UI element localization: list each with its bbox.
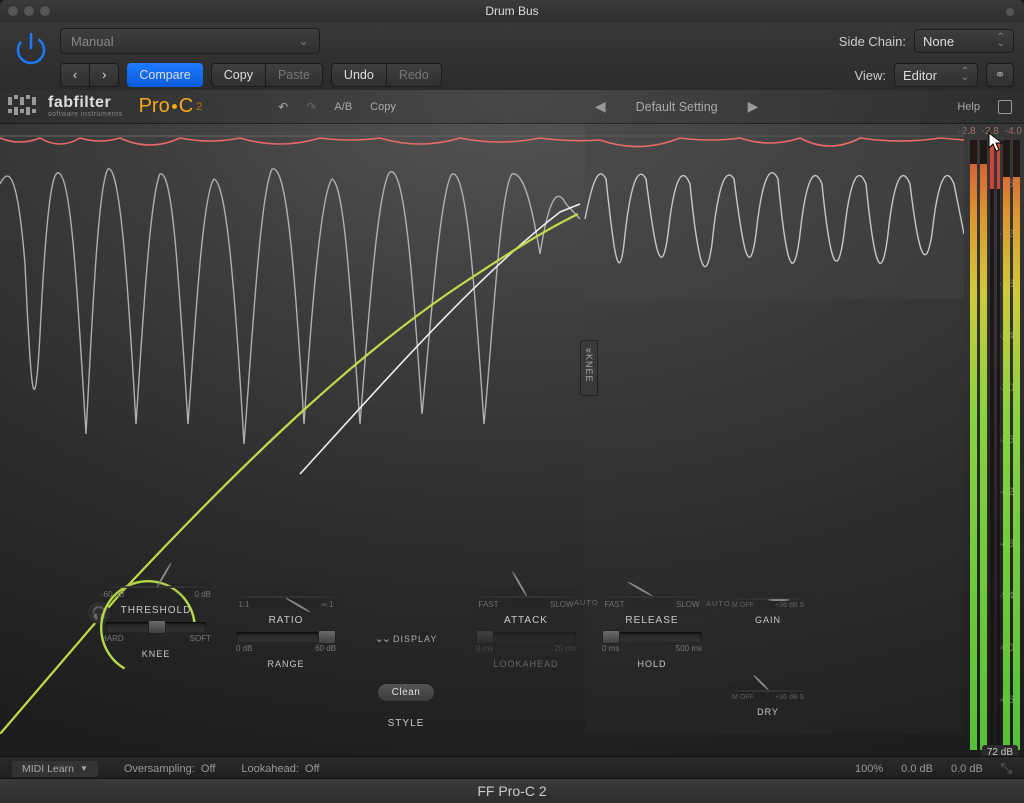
host-footer: FF Pro-C 2	[0, 778, 1024, 803]
plugin-header: fabfilter software instruments ProC2 ↶ ↷…	[0, 90, 1024, 124]
meter-gr-L	[990, 140, 994, 750]
plugin-redo-button[interactable]: ↷	[306, 100, 316, 114]
undo-button[interactable]: Undo	[332, 64, 386, 86]
resize-handle-icon[interactable]: ⤡	[1001, 760, 1012, 777]
release-knob[interactable]: FASTSLOW AUTORELEASE 0 ms500 ms HOLD	[602, 596, 702, 669]
output-meters[interactable]	[970, 140, 1020, 750]
host-toolbar: Manual ⌄ Side Chain: None ⌃⌄ ‹ › Compare…	[0, 22, 1024, 90]
window-collapse-icon[interactable]	[1006, 8, 1014, 16]
prev-button[interactable]: ‹	[61, 64, 89, 86]
copy-button[interactable]: Copy	[212, 64, 265, 86]
brand-glyph-icon	[8, 95, 38, 119]
copy-paste-seg: Copy Paste	[211, 63, 323, 87]
next-button[interactable]: ›	[89, 64, 118, 86]
attack-knob[interactable]: FASTSLOW ATTACK 0 ms20 ms LOOKAHEAD	[476, 596, 576, 669]
lookahead-value[interactable]: Off	[305, 763, 319, 775]
compare-button[interactable]: Compare	[127, 63, 202, 87]
preset-next-button[interactable]: ▶	[748, 98, 759, 115]
hold-slider[interactable]	[602, 632, 702, 642]
display-toggle-button[interactable]: DISPLAY	[375, 632, 438, 645]
plugin-copy-button[interactable]: Copy	[370, 101, 396, 113]
in-gain-value[interactable]: 0.0 dB	[901, 763, 933, 775]
paste-button[interactable]: Paste	[265, 64, 322, 86]
ab-button[interactable]: A/B	[334, 101, 352, 113]
bypass-power-button[interactable]	[6, 28, 56, 84]
traffic-lights[interactable]	[8, 6, 18, 16]
host-titlebar: Drum Bus	[0, 0, 1024, 22]
meter-in-L	[970, 140, 977, 750]
release-label: AUTORELEASE	[625, 615, 678, 626]
sidechain-select[interactable]: None ⌃⌄	[914, 29, 1014, 53]
out-gain-value[interactable]: 0.0 dB	[951, 763, 983, 775]
sidechain-label: Side Chain:	[839, 34, 906, 49]
range-slider[interactable]	[236, 632, 336, 642]
window-title: Drum Bus	[485, 4, 538, 18]
preset-name-button[interactable]: Default Setting	[636, 100, 718, 114]
plugin-surface: fabfilter software instruments ProC2 ↶ ↷…	[0, 90, 1024, 780]
brand-name: fabfilter	[48, 95, 123, 111]
meter-gr-R	[997, 140, 1001, 750]
view-value: Editor	[903, 68, 937, 83]
plugin-statusbar: MIDI Learn▼ Oversampling: Off Lookahead:…	[0, 756, 1024, 780]
threshold-knob[interactable]: -60 dB0 dB THRESHOLD HARDSOFT KNEE	[106, 586, 206, 659]
prev-next-seg: ‹ ›	[60, 63, 119, 87]
brand-block: fabfilter software instruments ProC2	[0, 95, 202, 119]
oversampling-value[interactable]: Off	[201, 763, 215, 775]
meter-out-L	[1003, 140, 1010, 750]
meter-in-R	[980, 140, 987, 750]
chevron-down-icon: ⌄	[298, 33, 309, 49]
preset-nav: ◀ Default Setting ▶	[414, 98, 940, 115]
lookahead-slider[interactable]	[476, 632, 576, 642]
view-label: View:	[854, 68, 886, 83]
redo-button[interactable]: Redo	[386, 64, 441, 86]
oversampling-label: Oversampling: Off	[124, 763, 216, 775]
view-select[interactable]: Editor ⌃⌄	[894, 63, 978, 87]
preset-select[interactable]: Manual ⌄	[60, 28, 320, 54]
knee-slider[interactable]	[106, 622, 206, 632]
updown-icon: ⌃⌄	[961, 69, 969, 81]
waveform-left	[0, 169, 580, 444]
knee-panel-toggle[interactable]: KNEE	[580, 340, 598, 396]
product-name: ProC2	[139, 95, 203, 118]
fullscreen-icon[interactable]	[998, 100, 1012, 114]
help-button[interactable]: Help	[957, 101, 980, 113]
footer-title: FF Pro-C 2	[477, 783, 546, 799]
preset-prev-button[interactable]: ◀	[595, 98, 606, 115]
preset-mode-label: Manual	[71, 34, 114, 49]
midi-learn-button[interactable]: MIDI Learn▼	[12, 761, 98, 777]
lookahead-label: Lookahead: Off	[241, 763, 319, 775]
style-select[interactable]: Clean	[377, 683, 436, 702]
undo-redo-seg: Undo Redo	[331, 63, 442, 87]
controls-panel: 🎧 -60 dB0 dB THRESHOLD HARDSOFT KNEE 1:1…	[86, 540, 866, 760]
sidechain-value: None	[923, 34, 954, 49]
meter-out-R	[1013, 140, 1020, 750]
brand-sub: software instruments	[48, 111, 123, 118]
plugin-undo-button[interactable]: ↶	[278, 100, 288, 114]
dry-knob[interactable]: M OFF+36 dB S DRY	[732, 690, 804, 717]
ratio-knob[interactable]: 1:1∞:1 RATIO 0 dB60 dB RANGE	[236, 596, 336, 669]
updown-icon: ⌃⌄	[997, 35, 1005, 47]
zoom-value[interactable]: 100%	[855, 763, 883, 775]
gain-knob[interactable]: M OFF+36 dB S AUTOGAIN	[732, 598, 804, 625]
link-windows-button[interactable]: ⚭	[986, 63, 1014, 87]
